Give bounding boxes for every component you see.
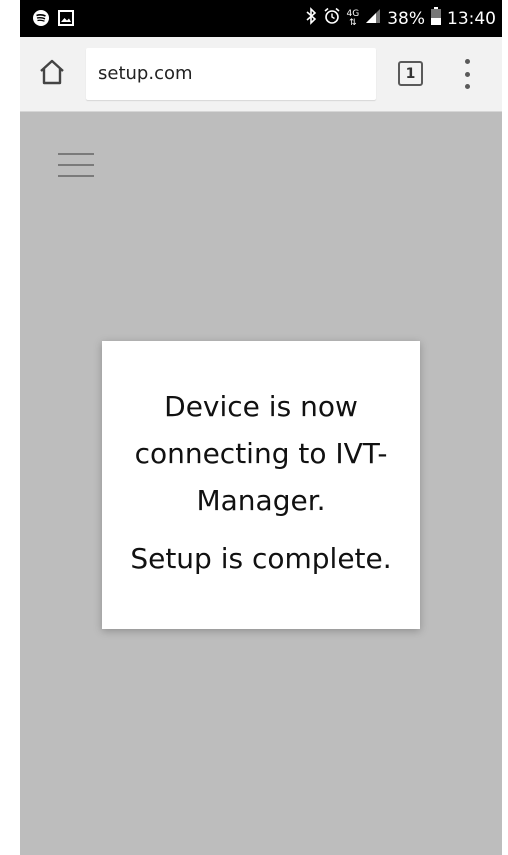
hamburger-line: [58, 164, 94, 166]
setup-complete-dialog: Device is now connecting to IVT-Manager.…: [102, 341, 420, 629]
alarm-icon: [323, 7, 341, 30]
phone-screen: 4G ⇅ 38% 13:40 setup.com 1 Device is now…: [20, 0, 502, 855]
menu-dot: [464, 71, 470, 77]
setup-status-message: Setup is complete.: [130, 542, 392, 575]
network-type-icon: 4G ⇅: [346, 8, 360, 28]
hamburger-line: [58, 153, 94, 155]
battery-icon: [431, 7, 441, 30]
url-text: setup.com: [98, 63, 193, 84]
hamburger-line: [58, 175, 94, 177]
overflow-menu-button[interactable]: [460, 59, 474, 89]
home-button[interactable]: [34, 57, 70, 91]
notification-icons: [32, 9, 74, 31]
spotify-icon: [32, 9, 50, 31]
clock: 13:40: [447, 8, 496, 29]
image-icon: [58, 10, 74, 30]
system-status: 4G ⇅ 38% 13:40: [305, 7, 496, 30]
home-icon: [38, 59, 66, 89]
hamburger-menu-icon[interactable]: [58, 153, 94, 177]
bluetooth-icon: [305, 7, 317, 30]
signal-icon: [365, 8, 381, 29]
status-bar: 4G ⇅ 38% 13:40: [20, 0, 502, 37]
browser-toolbar: setup.com 1: [20, 37, 502, 112]
address-bar[interactable]: setup.com: [86, 48, 376, 100]
tab-count: 1: [405, 65, 416, 82]
menu-dot: [464, 59, 470, 64]
connecting-message: Device is now connecting to IVT-Manager.: [134, 390, 388, 517]
battery-percent: 38%: [387, 8, 425, 29]
menu-dot: [464, 84, 470, 89]
tab-switcher-button[interactable]: 1: [398, 61, 423, 86]
